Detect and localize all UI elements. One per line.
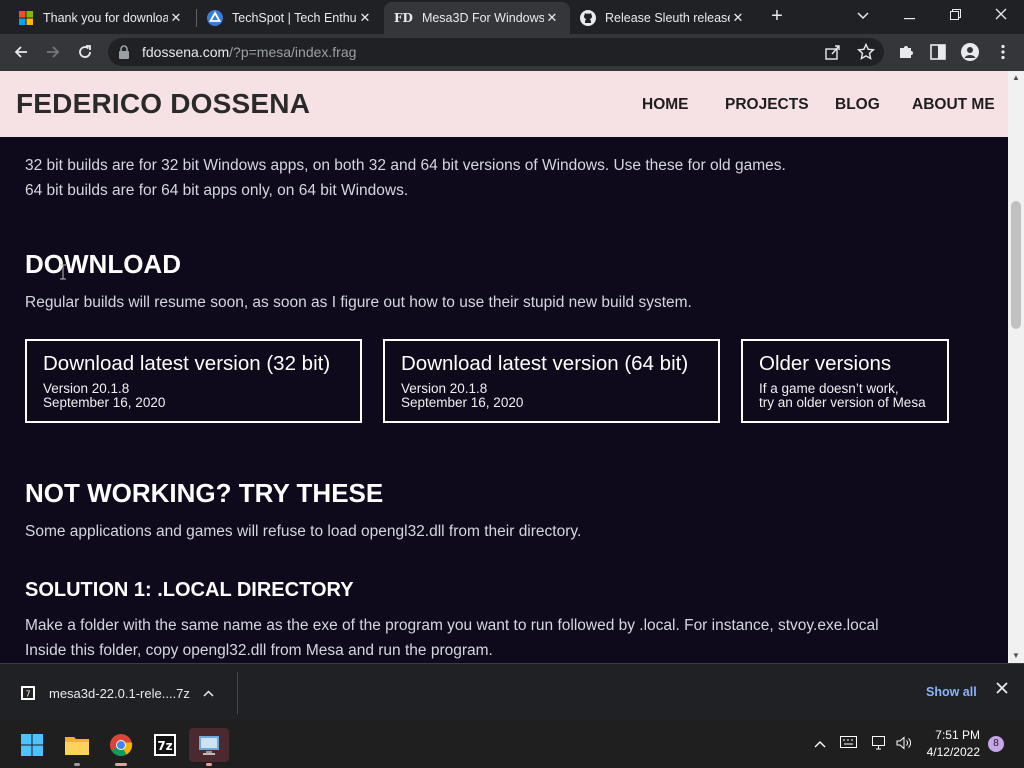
- download-file-name: mesa3d-22.0.1-rele....7z: [49, 685, 190, 701]
- clock-time[interactable]: 7:51 PM: [928, 728, 980, 742]
- text-cursor-icon: [60, 264, 66, 280]
- close-downloads-bar-icon[interactable]: [996, 681, 1008, 699]
- back-arrow-icon[interactable]: [8, 39, 34, 65]
- fd-logo-icon: FD: [394, 11, 413, 25]
- chrome-icon[interactable]: [101, 728, 141, 766]
- button-title: Older versions: [759, 352, 892, 375]
- download-32bit-button[interactable]: Download latest version (32 bit) Version…: [25, 339, 362, 423]
- reload-icon[interactable]: [72, 39, 98, 65]
- notification-badge[interactable]: 8: [988, 736, 1004, 752]
- tab-title: Release Sleuth release: [605, 11, 730, 25]
- site-title[interactable]: FEDERICO DOSSENA: [16, 88, 310, 120]
- close-tab-icon[interactable]: ✕: [544, 10, 560, 26]
- profile-avatar-icon[interactable]: [961, 43, 979, 61]
- download-heading: DOWNLOAD: [25, 249, 181, 279]
- close-tab-icon[interactable]: ✕: [730, 10, 746, 26]
- address-bar[interactable]: fdossena.com/?p=mesa/index.frag: [108, 38, 884, 66]
- button-title: Download latest version (32 bit): [43, 352, 331, 375]
- windows-logo-icon: [18, 10, 34, 26]
- url-text: fdossena.com/?p=mesa/index.frag: [142, 44, 356, 60]
- solution-1-heading: SOLUTION 1: .LOCAL DIRECTORY: [25, 579, 354, 601]
- 7z-file-icon: 7: [21, 686, 35, 700]
- tray-chevron-up-icon[interactable]: [811, 736, 829, 752]
- downloads-bar: 7 mesa3d-22.0.1-rele....7z Show all: [0, 663, 1024, 720]
- browser-toolbar: fdossena.com/?p=mesa/index.frag: [0, 34, 1024, 71]
- browser-menu-icon[interactable]: [994, 43, 1012, 61]
- new-tab-button[interactable]: +: [766, 5, 788, 27]
- tab-mesa3d[interactable]: FD Mesa3D For Windows ✕: [384, 2, 570, 34]
- button-title: Download latest version (64 bit): [401, 352, 689, 375]
- file-explorer-icon[interactable]: [57, 728, 97, 766]
- site-header: FEDERICO DOSSENA HOME PROJECTS BLOG ABOU…: [0, 71, 1008, 137]
- tab-title: Thank you for downloading: [43, 11, 168, 25]
- tab-thank-you[interactable]: Thank you for downloading ✕: [8, 2, 194, 34]
- nav-about-me[interactable]: ABOUT ME: [912, 96, 995, 114]
- windows-taskbar: 7z 7:51 PM 4/12/2022 8: [0, 720, 1024, 768]
- github-icon: [580, 10, 596, 26]
- app-indicator: [206, 763, 212, 766]
- 7zip-label: 7z: [157, 739, 172, 753]
- close-tab-icon[interactable]: ✕: [357, 10, 373, 26]
- scroll-thumb[interactable]: [1011, 201, 1021, 329]
- tab-title: Mesa3D For Windows: [421, 11, 544, 25]
- download-item[interactable]: 7 mesa3d-22.0.1-rele....7z: [12, 672, 237, 714]
- intro-text-line: 32 bit builds are for 32 bit Windows app…: [25, 157, 786, 174]
- date-text: September 16, 2020: [43, 395, 166, 410]
- svg-text:7: 7: [25, 690, 30, 699]
- volume-icon[interactable]: [895, 736, 913, 752]
- date-text: September 16, 2020: [401, 395, 524, 410]
- lock-icon[interactable]: [118, 45, 130, 64]
- tab-release-sleuth[interactable]: Release Sleuth release ✕: [570, 2, 756, 34]
- bookmark-star-icon[interactable]: [856, 42, 876, 61]
- techspot-icon: [207, 10, 223, 26]
- downloads-divider: [237, 672, 238, 714]
- troubleshoot-note: Some applications and games will refuse …: [25, 523, 582, 540]
- page-viewport: FEDERICO DOSSENA HOME PROJECTS BLOG ABOU…: [0, 71, 1024, 663]
- side-panel-icon[interactable]: [929, 43, 947, 61]
- tab-strip: Thank you for downloading ✕ TechSpot | T…: [0, 0, 1024, 34]
- minimize-icon[interactable]: [886, 0, 932, 30]
- forward-arrow-icon[interactable]: [40, 39, 66, 65]
- nav-blog[interactable]: BLOG: [835, 96, 880, 114]
- download-note: Regular builds will resume soon, as soon…: [25, 294, 692, 311]
- url-path: /?p=mesa/index.frag: [229, 44, 357, 60]
- app-indicator: [115, 763, 127, 766]
- start-icon[interactable]: [12, 728, 52, 762]
- tab-title: TechSpot | Tech Enthusiasts: [232, 11, 357, 25]
- network-icon[interactable]: [871, 736, 889, 752]
- keyboard-icon[interactable]: [839, 736, 857, 752]
- solution-1-text-line: Make a folder with the same name as the …: [25, 617, 879, 634]
- tab-techspot[interactable]: TechSpot | Tech Enthusiasts ✕: [197, 2, 383, 34]
- 7zip-icon[interactable]: 7z: [145, 728, 185, 762]
- scroll-down-arrow-icon[interactable]: ▼: [1008, 649, 1024, 663]
- tab-search-chevron-icon[interactable]: [840, 0, 886, 30]
- nav-projects[interactable]: PROJECTS: [725, 96, 809, 114]
- version-text: Version 20.1.8: [401, 381, 488, 396]
- url-host: fdossena.com: [142, 44, 230, 60]
- close-tab-icon[interactable]: ✕: [168, 10, 184, 26]
- download-64bit-button[interactable]: Download latest version (64 bit) Version…: [383, 339, 720, 423]
- extensions-puzzle-icon[interactable]: [897, 43, 915, 61]
- close-window-icon[interactable]: [978, 0, 1024, 30]
- version-text: Version 20.1.8: [43, 381, 130, 396]
- restore-icon[interactable]: [932, 0, 978, 30]
- hint-text: try an older version of Mesa: [759, 395, 926, 410]
- troubleshoot-heading: NOT WORKING? TRY THESE: [25, 478, 384, 508]
- scroll-up-arrow-icon[interactable]: ▲: [1008, 71, 1024, 85]
- control-panel-icon[interactable]: [189, 728, 229, 766]
- show-all-link[interactable]: Show all: [926, 685, 977, 699]
- hint-text: If a game doesn’t work,: [759, 381, 899, 396]
- share-icon[interactable]: [824, 43, 842, 61]
- older-versions-button[interactable]: Older versions If a game doesn’t work, t…: [741, 339, 949, 423]
- intro-text-line: 64 bit builds are for 64 bit apps only, …: [25, 182, 409, 199]
- clock-date[interactable]: 4/12/2022: [918, 745, 980, 759]
- chevron-up-icon[interactable]: [203, 686, 214, 700]
- nav-home[interactable]: HOME: [642, 96, 689, 114]
- app-indicator: [74, 763, 80, 766]
- page-scrollbar[interactable]: ▲ ▼: [1008, 71, 1024, 663]
- solution-1-text-line: Inside this folder, copy opengl32.dll fr…: [25, 642, 493, 659]
